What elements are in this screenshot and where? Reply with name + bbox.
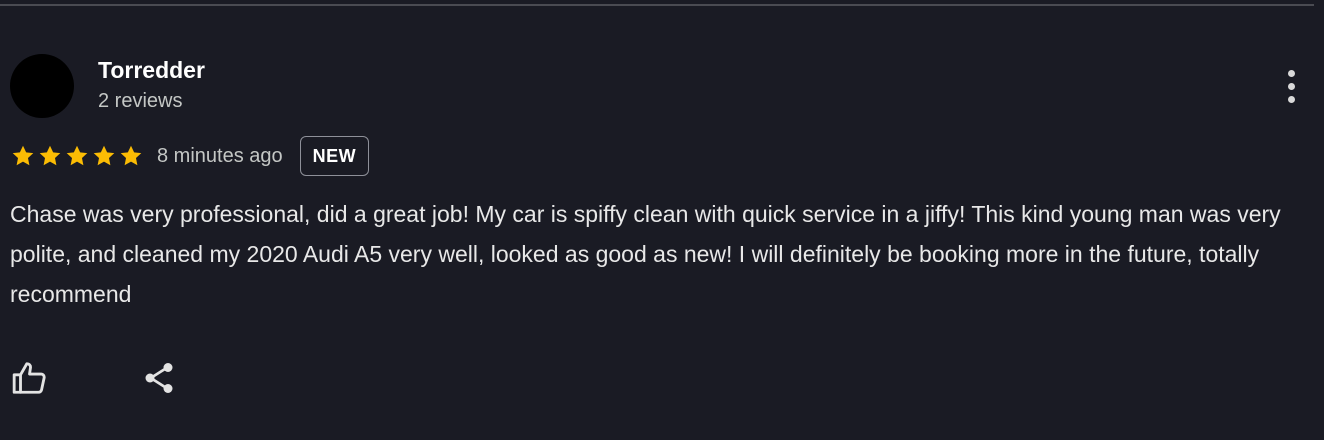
avatar[interactable]	[10, 54, 74, 118]
share-button[interactable]	[137, 356, 181, 400]
rating-row: 8 minutes ago NEW	[10, 134, 370, 178]
star-icon	[12, 145, 34, 166]
share-icon	[145, 363, 173, 393]
review-text: Chase was very professional, did a great…	[10, 201, 1281, 307]
like-button[interactable]	[8, 356, 52, 400]
star-icon	[93, 145, 115, 166]
new-badge: NEW	[299, 136, 370, 176]
more-options-button[interactable]	[1274, 64, 1308, 108]
more-vertical-icon-dot	[1287, 82, 1295, 90]
thumbs-up-icon	[12, 362, 46, 394]
star-icon	[66, 145, 88, 166]
author-reviews-count: 2 reviews	[98, 90, 183, 112]
star-rating	[10, 143, 144, 169]
star-icon	[39, 145, 61, 166]
top-divider	[0, 4, 1314, 6]
more-vertical-icon	[1287, 69, 1295, 77]
author-name[interactable]: Torredder	[98, 56, 205, 84]
review-time: 8 minutes ago	[157, 144, 283, 167]
more-vertical-icon-dot	[1287, 95, 1295, 103]
star-icon	[120, 145, 142, 166]
